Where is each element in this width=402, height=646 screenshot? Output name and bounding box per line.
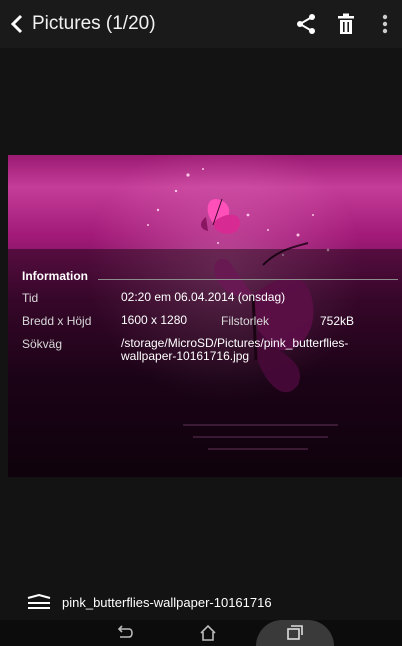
home-icon[interactable] bbox=[198, 623, 218, 643]
system-nav-bar bbox=[0, 620, 402, 646]
info-heading: Information bbox=[22, 269, 88, 283]
trash-icon[interactable] bbox=[333, 11, 359, 37]
path-label: Sökväg bbox=[22, 337, 63, 351]
gallery-screen: Pictures (1/20) Information Tid 02:20 em… bbox=[0, 0, 402, 646]
back-icon[interactable] bbox=[114, 623, 134, 643]
dimensions-label: Bredd x Höjd bbox=[22, 314, 92, 328]
info-divider bbox=[98, 279, 398, 280]
overflow-menu-icon[interactable] bbox=[378, 11, 392, 37]
dimensions-value: 1600 x 1280 bbox=[121, 313, 188, 327]
action-bar: Pictures (1/20) bbox=[0, 0, 402, 48]
recent-apps-icon[interactable] bbox=[284, 623, 304, 643]
time-value: 02:20 em 06.04.2014 (onsdag) bbox=[121, 290, 286, 304]
file-name: pink_butterflies-wallpaper-10161716 bbox=[62, 595, 272, 610]
share-icon[interactable] bbox=[293, 11, 319, 37]
drawer-menu-icon[interactable] bbox=[26, 594, 52, 614]
page-title: Pictures (1/20) bbox=[32, 13, 156, 34]
filename-bar: pink_butterflies-wallpaper-10161716 bbox=[0, 586, 402, 620]
info-panel: Information Tid 02:20 em 06.04.2014 (ons… bbox=[8, 249, 402, 477]
chevron-left-icon[interactable] bbox=[10, 14, 24, 34]
time-label: Tid bbox=[22, 291, 39, 305]
filesize-value: 752kB bbox=[320, 314, 355, 328]
filesize-label: Filstorlek bbox=[221, 314, 270, 328]
path-value-line2: wallpaper-10161716.jpg bbox=[121, 349, 250, 363]
